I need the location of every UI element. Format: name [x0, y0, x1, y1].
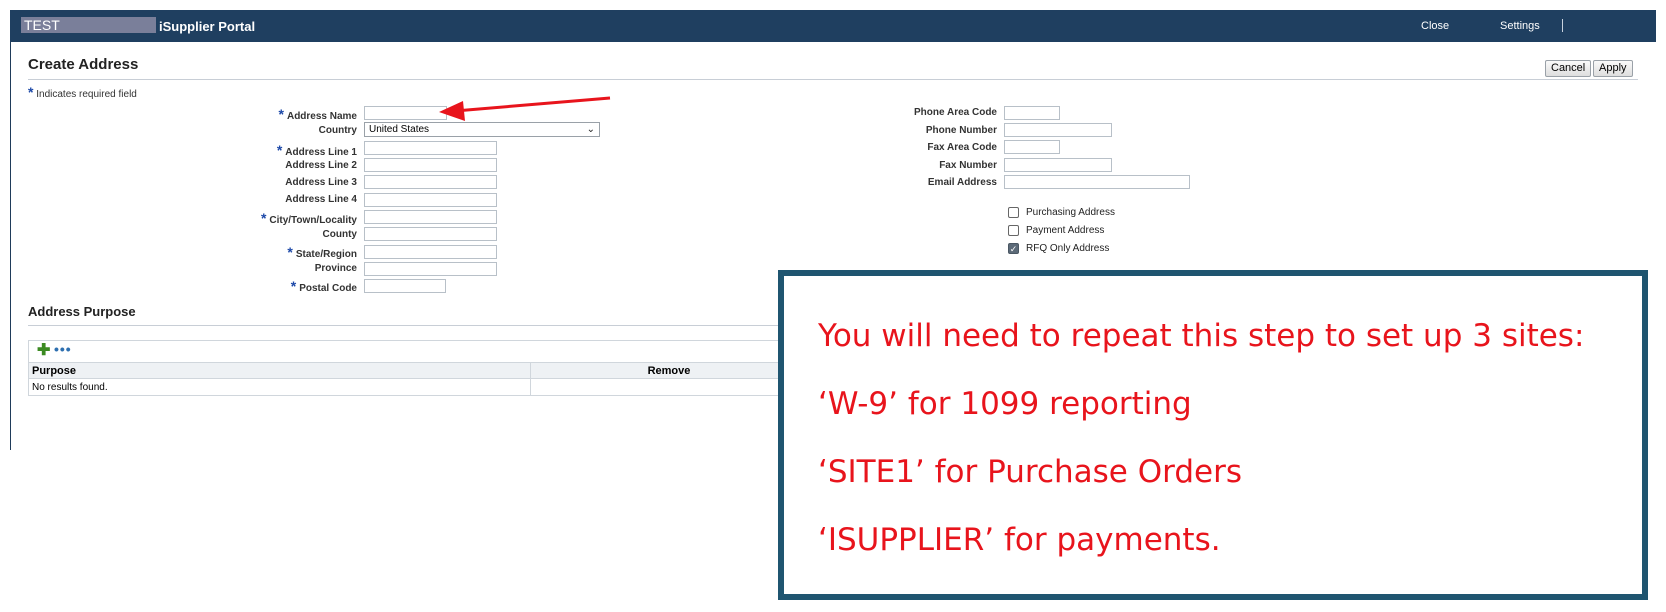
callout-line-2: ‘W-9’ for 1099 reporting: [818, 386, 1192, 422]
address-purpose-title: Address Purpose: [28, 304, 136, 319]
column-header-remove: Remove: [530, 362, 808, 379]
check-icon: ✓: [1009, 244, 1018, 254]
callout-line-3: ‘SITE1’ for Purchase Orders: [818, 454, 1242, 490]
phone-area-code-input[interactable]: [1004, 106, 1060, 120]
column-header-purpose: Purpose: [28, 362, 531, 379]
fax-area-code-label: Fax Area Code: [927, 142, 997, 153]
purchasing-address-label: Purchasing Address: [1026, 207, 1115, 218]
instruction-callout: You will need to repeat this step to set…: [778, 270, 1648, 600]
email-address-label: Email Address: [927, 177, 997, 188]
purchasing-address-checkbox[interactable]: [1008, 207, 1019, 218]
phone-area-code-label: Phone Area Code: [914, 107, 997, 118]
section-divider: [28, 325, 808, 326]
payment-address-checkbox[interactable]: [1008, 225, 1019, 236]
phone-number-label: Phone Number: [925, 125, 997, 136]
table-cell: [530, 378, 808, 396]
plus-icon[interactable]: ✚: [37, 343, 50, 359]
purpose-table: Purpose Remove No results found.: [28, 362, 808, 396]
payment-address-label: Payment Address: [1026, 225, 1105, 236]
rfq-only-address-checkbox[interactable]: ✓: [1008, 243, 1019, 254]
phone-number-input[interactable]: [1004, 123, 1112, 137]
callout-line-4: ‘ISUPPLIER’ for payments.: [818, 522, 1221, 558]
callout-line-1: You will need to repeat this step to set…: [818, 318, 1585, 354]
fax-number-input[interactable]: [1004, 158, 1112, 172]
empty-message: No results found.: [28, 378, 531, 396]
table-row: No results found.: [28, 378, 808, 396]
fax-number-label: Fax Number: [939, 160, 997, 171]
purpose-toolbar: ✚ •••: [28, 340, 808, 362]
rfq-only-address-label: RFQ Only Address: [1026, 243, 1110, 254]
more-icon[interactable]: •••: [54, 341, 72, 357]
fax-area-code-input[interactable]: [1004, 140, 1060, 154]
email-address-input[interactable]: [1004, 175, 1190, 189]
